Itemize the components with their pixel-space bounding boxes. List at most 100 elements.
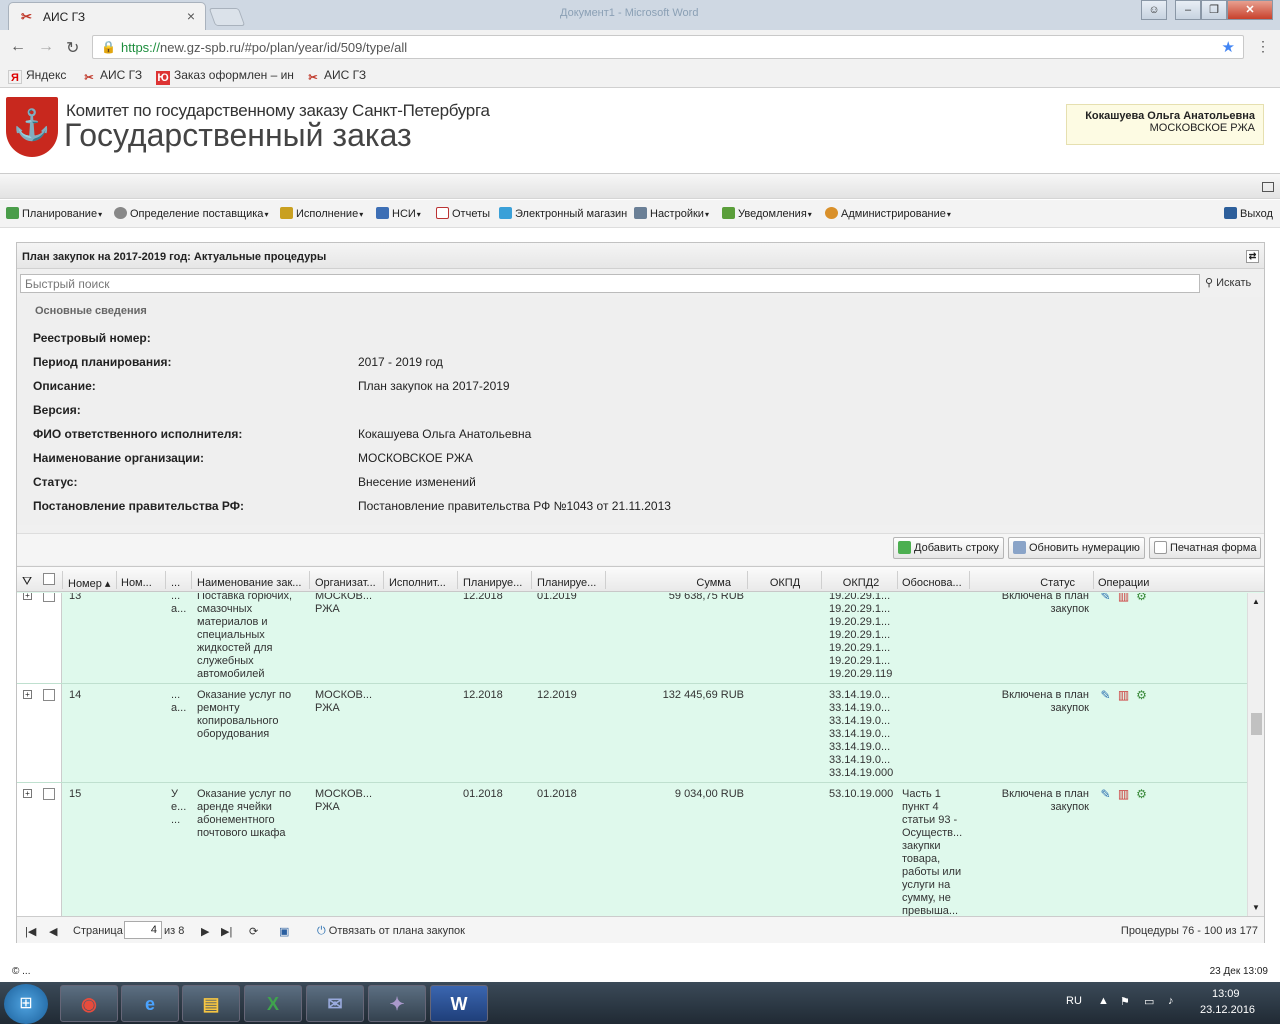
url-input[interactable]: 🔒 https://new.gz-spb.ru/#po/plan/year/id… xyxy=(92,35,1244,59)
table-row[interactable]: + 15 У е... ... Оказание услуг по аренде… xyxy=(17,783,1247,916)
menu-reports[interactable]: Отчеты xyxy=(436,207,490,220)
edit-icon[interactable]: ✎ xyxy=(1098,787,1113,801)
browser-tab[interactable]: ✂ АИС ГЗ × xyxy=(8,2,206,30)
col-organizer[interactable]: Организат... xyxy=(315,577,381,589)
row-checkbox[interactable] xyxy=(43,788,55,800)
collapse-icon[interactable] xyxy=(1262,182,1274,192)
excel-taskbar-icon[interactable]: X xyxy=(244,985,302,1022)
expand-icon[interactable]: + xyxy=(23,593,32,600)
select-all-checkbox[interactable] xyxy=(43,573,55,585)
mail-taskbar-icon[interactable]: ✉ xyxy=(306,985,364,1022)
last-page-icon[interactable]: ▶| xyxy=(221,925,232,938)
refresh-icon[interactable]: ⟳ xyxy=(249,925,258,938)
filter-clear-icon[interactable]: ⛛ xyxy=(22,574,32,589)
logout-button[interactable]: Выход xyxy=(1224,207,1273,220)
network-icon[interactable]: ▭ xyxy=(1144,995,1154,1008)
scroll-down-icon[interactable]: ▼ xyxy=(1252,903,1260,912)
bookmark-item[interactable]: ✂ АИС ГЗ xyxy=(82,68,142,85)
bookmark-item[interactable]: Я Яндекс xyxy=(8,68,66,84)
edit-icon[interactable]: ✎ xyxy=(1098,688,1113,702)
refresh-icon[interactable]: ⇄ xyxy=(1246,250,1259,263)
col-status[interactable]: Статус xyxy=(975,577,1075,589)
table-row[interactable]: + 13 ... а... Поставка горючих, смазочны… xyxy=(17,593,1247,684)
document-icon xyxy=(1154,541,1167,554)
restore-icon[interactable]: ❐ xyxy=(1201,0,1227,20)
menu-execution[interactable]: Исполнение▾ xyxy=(280,207,363,220)
first-page-icon[interactable]: |◀ xyxy=(25,925,36,938)
col-executor[interactable]: Исполнит... xyxy=(389,577,455,589)
next-page-icon[interactable]: ▶ xyxy=(201,925,209,938)
bookmark-star-icon[interactable]: ★ xyxy=(1222,38,1235,56)
browser-tabbar: ✂ АИС ГЗ × Документ1 - Microsoft Word ☺ … xyxy=(0,0,1280,30)
menu-notifications[interactable]: Уведомления▾ xyxy=(722,207,812,220)
renumber-button[interactable]: Обновить нумерацию xyxy=(1008,537,1145,559)
browser-menu-icon[interactable]: ⋮ xyxy=(1256,38,1270,55)
ie-taskbar-icon[interactable]: e xyxy=(121,985,179,1022)
menu-planning[interactable]: Планирование▾ xyxy=(6,207,102,220)
col-plan-end[interactable]: Планируе... xyxy=(537,577,603,589)
scroll-thumb[interactable] xyxy=(1251,713,1262,735)
gear-icon[interactable]: ⚙ xyxy=(1134,688,1149,702)
col-okpd2[interactable]: ОКПД2 xyxy=(827,577,895,589)
col-basis[interactable]: Обоснова... xyxy=(902,577,968,589)
app-taskbar-icon[interactable]: ✦ xyxy=(368,985,426,1022)
grid-actions-bar: Добавить строку Обновить нумерацию Печат… xyxy=(17,533,1264,565)
minimize-icon[interactable]: – xyxy=(1175,0,1201,20)
cell-okpd2: 53.10.19.000 xyxy=(829,788,894,800)
expand-icon[interactable]: + xyxy=(23,789,32,798)
unbind-button[interactable]: ⏻ Отвязать от плана закупок xyxy=(317,925,465,938)
menu-admin[interactable]: Администрирование▾ xyxy=(825,207,951,220)
procedures-grid: ⛛ Номер ▴ Ном... ... Наименование зак...… xyxy=(17,566,1264,916)
save-icon[interactable]: ▣ xyxy=(279,925,289,938)
flag-icon[interactable]: ⚑ xyxy=(1120,995,1130,1008)
col-num2[interactable]: Ном... xyxy=(121,577,165,589)
clock-time[interactable]: 13:09 xyxy=(1212,988,1240,1000)
forward-icon[interactable]: → xyxy=(38,38,54,56)
col-number[interactable]: Номер ▴ xyxy=(68,577,116,590)
language-indicator[interactable]: RU xyxy=(1066,995,1082,1007)
reload-icon[interactable]: ↻ xyxy=(66,38,79,58)
col-okpd[interactable]: ОКПД xyxy=(753,577,817,589)
clock-date[interactable]: 23.12.2016 xyxy=(1200,1004,1255,1016)
chart-icon[interactable]: ▥ xyxy=(1116,787,1131,801)
new-tab-button[interactable] xyxy=(208,8,246,26)
edit-icon[interactable]: ✎ xyxy=(1098,593,1113,603)
menu-settings[interactable]: Настройки▾ xyxy=(634,207,709,220)
grid-scrollbar[interactable]: ▲ ▼ xyxy=(1247,593,1264,916)
col-operations[interactable]: Операции xyxy=(1098,577,1158,589)
search-button[interactable]: ⚲ Искать xyxy=(1205,276,1251,289)
gear-icon[interactable]: ⚙ xyxy=(1134,787,1149,801)
gear-icon[interactable]: ⚙ xyxy=(1134,593,1149,603)
add-row-button[interactable]: Добавить строку xyxy=(893,537,1004,559)
prev-page-icon[interactable]: ◀ xyxy=(49,925,57,938)
menu-nsi[interactable]: НСИ▾ xyxy=(376,207,421,220)
col-name[interactable]: Наименование зак... xyxy=(197,577,309,589)
user-icon[interactable]: ☺ xyxy=(1141,0,1167,20)
bookmark-item[interactable]: Ю Заказ оформлен – ин xyxy=(156,68,294,85)
close-tab-icon[interactable]: × xyxy=(187,8,195,24)
volume-icon[interactable]: ♪ xyxy=(1168,995,1174,1007)
col-sum[interactable]: Сумма xyxy=(611,577,731,589)
page-input[interactable]: 4 xyxy=(124,921,162,939)
quick-search-input[interactable]: Быстрый поиск xyxy=(20,274,1200,293)
menu-supplier[interactable]: Определение поставщика▾ xyxy=(114,207,268,220)
print-form-button[interactable]: Печатная форма xyxy=(1149,537,1262,559)
window-close-icon[interactable]: ✕ xyxy=(1227,0,1273,20)
back-icon[interactable]: ← xyxy=(10,38,26,56)
col-plan-start[interactable]: Планируе... xyxy=(463,577,529,589)
start-button[interactable]: ⊞ xyxy=(4,984,48,1024)
chart-icon[interactable]: ▥ xyxy=(1116,688,1131,702)
explorer-taskbar-icon[interactable]: ▤ xyxy=(182,985,240,1022)
word-taskbar-icon[interactable]: W xyxy=(430,985,488,1022)
row-checkbox[interactable] xyxy=(43,593,55,602)
expand-icon[interactable]: + xyxy=(23,690,32,699)
row-checkbox[interactable] xyxy=(43,689,55,701)
menu-eshop[interactable]: Электронный магазин xyxy=(499,207,627,220)
tray-arrow-icon[interactable]: ▲ xyxy=(1098,995,1109,1007)
table-row[interactable]: + 14 ... а... Оказание услуг по ремонту … xyxy=(17,684,1247,783)
chart-icon[interactable]: ▥ xyxy=(1116,593,1131,603)
bookmark-item[interactable]: ✂ АИС ГЗ xyxy=(306,68,366,85)
chrome-taskbar-icon[interactable]: ◉ xyxy=(60,985,118,1022)
scroll-up-icon[interactable]: ▲ xyxy=(1252,597,1260,606)
col-3[interactable]: ... xyxy=(171,577,191,589)
